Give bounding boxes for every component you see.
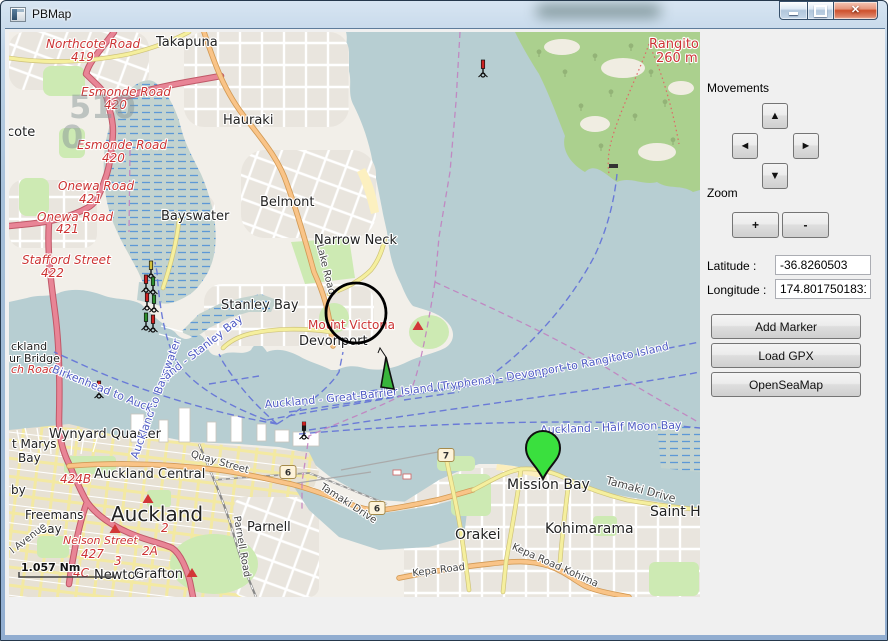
map-label: 260 m	[656, 51, 698, 66]
maximize-button[interactable]	[807, 1, 834, 20]
longitude-input[interactable]	[775, 279, 871, 299]
map-label: 419	[71, 50, 94, 64]
map-canvas[interactable]: Takapuna cote Hauraki Belmont Bayswater Narro…	[9, 32, 700, 597]
longitude-label: Longitude :	[707, 283, 766, 297]
map-label: 421	[79, 192, 102, 206]
minimize-icon	[789, 12, 798, 15]
map-label: Freemans	[25, 508, 83, 522]
map-label: Parnell	[247, 520, 291, 535]
svg-text:6: 6	[374, 505, 380, 515]
window-title: PBMap	[32, 7, 71, 21]
titlebar[interactable]: PBMap ✕	[1, 1, 887, 28]
map-label: Saint He	[650, 504, 700, 520]
close-button[interactable]: ✕	[833, 1, 878, 20]
map-label: 427	[81, 547, 104, 561]
movements-label: Movements	[707, 81, 769, 95]
route-shield: 6	[369, 502, 385, 515]
minimize-button[interactable]	[779, 1, 808, 20]
svg-text:7: 7	[443, 452, 449, 462]
right-arrow-icon: ►	[801, 140, 812, 152]
map-label: 2	[161, 521, 169, 535]
map-label: 3	[114, 554, 122, 568]
titlebar-glass-reflection	[536, 5, 661, 17]
map-label: 420	[102, 151, 125, 165]
map-label: Nelson Street	[63, 534, 138, 547]
map-label: 421	[56, 222, 79, 236]
load-gpx-button[interactable]: Load GPX	[711, 343, 861, 368]
close-icon: ✕	[851, 5, 860, 16]
svg-text:1.057 Nm: 1.057 Nm	[21, 561, 80, 574]
map-label: Bay	[18, 451, 41, 465]
minus-icon: -	[804, 218, 808, 232]
map-label: 2A	[142, 544, 158, 558]
client-area: Takapuna cote Hauraki Belmont Bayswater Narro…	[5, 28, 885, 635]
map-label: Esmonde Road	[77, 138, 167, 152]
app-icon	[10, 7, 26, 22]
svg-text:6: 6	[285, 469, 291, 479]
latitude-input[interactable]	[775, 255, 871, 275]
move-down-button[interactable]: ▼	[762, 163, 788, 189]
zoom-label: Zoom	[707, 186, 738, 200]
up-arrow-icon: ▲	[770, 110, 781, 122]
map-svg: Takapuna cote Hauraki Belmont Bayswater Narro…	[9, 32, 700, 597]
zoom-in-button[interactable]: +	[732, 212, 779, 238]
map-label: Devonport	[299, 334, 368, 349]
map-label: Northcote Road	[46, 37, 140, 51]
move-right-button[interactable]: ►	[793, 133, 819, 159]
map-label: Belmont	[260, 195, 314, 210]
map-label: Stanley Bay	[221, 298, 299, 313]
down-arrow-icon: ▼	[770, 170, 781, 182]
map-label: Bayswater	[161, 209, 230, 224]
route-shield: 7	[438, 449, 454, 462]
map-label: Grafton	[134, 567, 183, 582]
map-label: Orakei	[455, 527, 500, 543]
map-label: cote	[9, 125, 35, 140]
map-label: Narrow Neck	[314, 233, 397, 248]
map-label: 0	[61, 118, 83, 156]
map-label: Auckland	[111, 502, 203, 526]
map-label: Onewa Road	[58, 179, 134, 193]
map-label: Mission Bay	[507, 477, 590, 493]
map-label: 424B	[60, 472, 91, 486]
map-label: by	[11, 483, 26, 497]
map-label: 422	[41, 266, 64, 280]
move-left-button[interactable]: ◄	[732, 133, 758, 159]
plus-icon: +	[752, 218, 759, 232]
maximize-icon	[814, 5, 827, 17]
move-up-button[interactable]: ▲	[762, 103, 788, 129]
map-label: Stafford Street	[22, 253, 112, 267]
map-label: Kohimarama	[545, 521, 634, 537]
map-label: Hauraki	[223, 113, 273, 128]
map-label: Auckland Central	[94, 467, 205, 482]
app-window: PBMap ✕	[0, 0, 888, 641]
route-shield: 6	[280, 466, 296, 479]
zoom-out-button[interactable]: -	[782, 212, 829, 238]
left-arrow-icon: ◄	[740, 140, 751, 152]
map-label: Takapuna	[155, 35, 218, 50]
add-marker-button[interactable]: Add Marker	[711, 314, 861, 339]
latitude-label: Latitude :	[707, 259, 756, 273]
map-label: t Marys	[12, 437, 57, 451]
openseamap-button[interactable]: OpenSeaMap	[711, 372, 861, 397]
map-label: Rangito	[649, 37, 699, 52]
caption-buttons: ✕	[780, 1, 878, 20]
